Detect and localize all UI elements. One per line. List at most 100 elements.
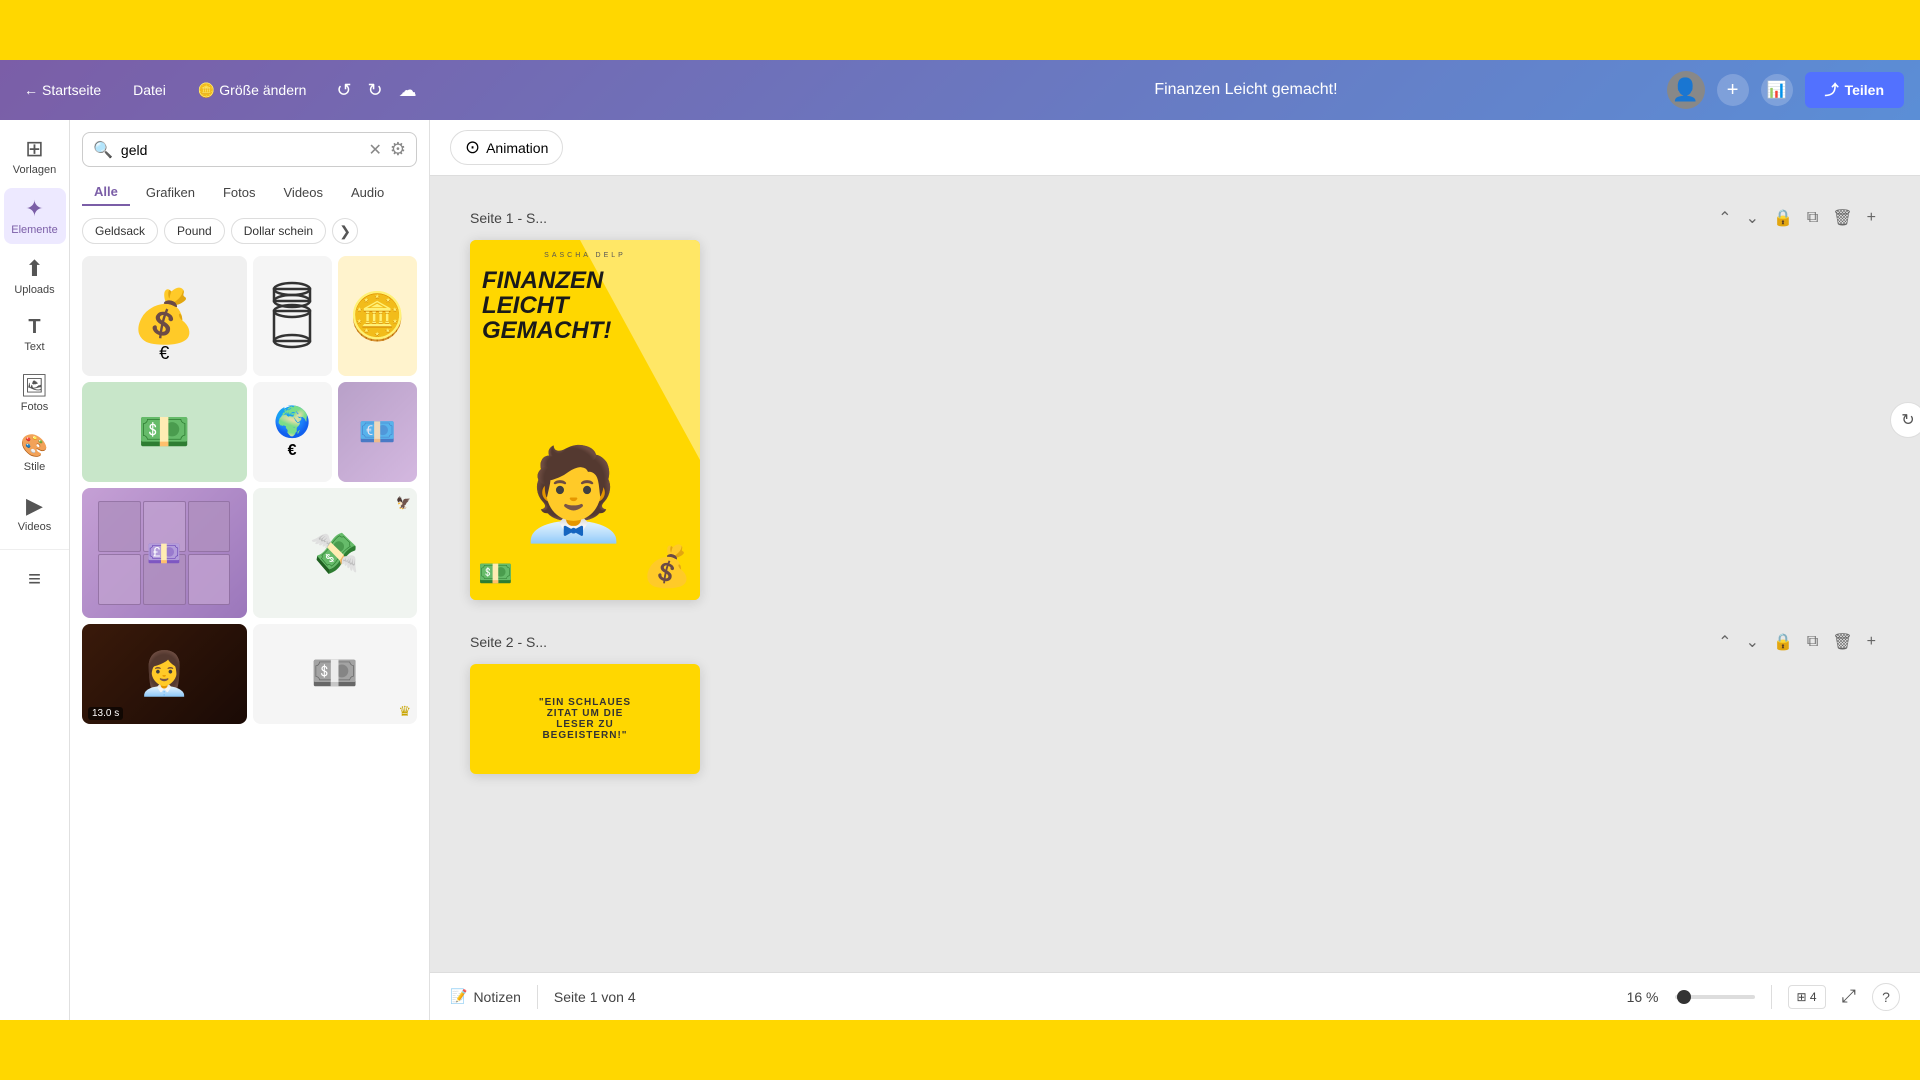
back-button[interactable]: ← Startseite: [16, 78, 109, 102]
undo-button[interactable]: ↺: [330, 76, 357, 105]
coin-stack-icon: [267, 281, 317, 351]
project-title: Finanzen Leicht gemacht!: [841, 81, 1650, 99]
page-1-up-button[interactable]: ⌃: [1714, 206, 1735, 230]
page-2-delete-button[interactable]: 🗑: [1828, 630, 1856, 654]
share-button[interactable]: ⤴ Teilen: [1805, 72, 1904, 108]
tab-audio[interactable]: Audio: [339, 179, 396, 206]
asset-item-coin-stack-dark[interactable]: [253, 256, 332, 376]
animation-button[interactable]: ⊙ Animation: [450, 130, 563, 165]
title-line-3: GEMACHT!: [482, 318, 688, 343]
money-outline-emoji: 💵: [311, 652, 358, 696]
cloud-button[interactable]: ☁: [393, 76, 423, 105]
share-icon: ⤴: [1825, 80, 1839, 100]
asset-item-euro-notes[interactable]: 💷: [82, 488, 247, 618]
animation-label: Animation: [486, 140, 548, 156]
slide-1[interactable]: SASCHA DELP FINANZEN LEICHT GEMACHT! 🧑‍💼: [470, 240, 700, 600]
green-bills-emoji: 💵: [138, 408, 190, 457]
asset-item-money-outline[interactable]: 💵 ♛: [253, 624, 418, 724]
add-button[interactable]: +: [1717, 74, 1749, 106]
size-button[interactable]: 🪙 Größe ändern: [190, 78, 315, 103]
fotos-label: Fotos: [21, 401, 49, 413]
euro-sign: €: [288, 442, 297, 460]
page-1-add-button[interactable]: +: [1863, 207, 1880, 229]
tab-alle[interactable]: Alle: [82, 179, 130, 206]
asset-item-cash-pile[interactable]: 💶: [338, 382, 417, 482]
asset-item-green-bills[interactable]: 💵: [82, 382, 247, 482]
sidebar-item-fotos[interactable]: 🖼 Fotos: [4, 365, 66, 421]
slide-1-woman-illustration: 🧑‍💼: [518, 450, 630, 540]
assets-grid: 💰 € 🪙: [82, 256, 417, 724]
sidebar-item-elemente[interactable]: ✦ Elemente: [4, 188, 66, 244]
page-2-down-button[interactable]: ⌄: [1742, 630, 1763, 654]
canvas-content: Seite 1 - S... ⌃ ⌄ 🔒 ⧉ 🗑 +: [430, 176, 1920, 1020]
page-2-up-button[interactable]: ⌃: [1714, 630, 1735, 654]
elemente-icon: ✦: [25, 196, 43, 222]
asset-item-video-person[interactable]: 👩‍💼 13.0 s: [82, 624, 247, 724]
page-1-copy-button[interactable]: ⧉: [1803, 207, 1822, 229]
title-line-2: LEICHT: [482, 293, 688, 318]
tab-grafiken[interactable]: Grafiken: [134, 179, 207, 206]
view-count: 4: [1810, 990, 1817, 1004]
avatar[interactable]: 👤: [1667, 71, 1705, 109]
sidebar-item-text[interactable]: T Text: [4, 308, 66, 361]
back-label: Startseite: [42, 82, 101, 98]
text-label: Text: [24, 341, 44, 353]
size-label: Größe ändern: [219, 82, 306, 98]
notes-button[interactable]: 📝 Notizen: [450, 988, 521, 1005]
canvas-topbar: ⊙ Animation: [430, 120, 1920, 176]
tag-pound[interactable]: Pound: [164, 218, 225, 244]
tag-geldsack[interactable]: Geldsack: [82, 218, 158, 244]
page-2-copy-button[interactable]: ⧉: [1803, 631, 1822, 653]
videos-label: Videos: [18, 521, 51, 533]
stats-button[interactable]: 📊: [1761, 74, 1793, 106]
sidebar-item-vorlagen[interactable]: ⊞ Vorlagen: [4, 128, 66, 184]
file-button[interactable]: Datei: [125, 78, 174, 102]
refresh-button[interactable]: ↻: [1890, 402, 1920, 438]
asset-pair-euro: 🌍 € 💶: [253, 382, 418, 482]
page-1-label: Seite 1 - S...: [470, 210, 547, 226]
page-1-controls: ⌃ ⌄ 🔒 ⧉ 🗑 +: [1714, 206, 1880, 230]
search-panel: 🔍 ✕ ⚙ Alle Grafiken Fotos Videos Audio G…: [70, 120, 430, 1020]
asset-item-money-bag[interactable]: 💰 €: [82, 256, 247, 376]
sidebar-item-texture[interactable]: ≡: [4, 558, 66, 602]
notes-label: Notizen: [473, 989, 520, 1005]
zoom-slider[interactable]: [1675, 995, 1755, 999]
redo-button[interactable]: ↻: [362, 76, 389, 105]
euro-symbol: €: [159, 343, 169, 364]
undo-redo-group: ↺ ↻ ☁: [330, 76, 422, 105]
search-clear-button[interactable]: ✕: [368, 140, 381, 160]
sidebar-item-uploads[interactable]: ⬆ Uploads: [4, 248, 66, 304]
tag-more-button[interactable]: ❯: [332, 218, 358, 244]
page-2-label: Seite 2 - S...: [470, 634, 547, 650]
slide-1-inner: SASCHA DELP FINANZEN LEICHT GEMACHT! 🧑‍💼: [470, 240, 700, 600]
euro-notes-emoji: 💷: [147, 537, 182, 570]
slide-2[interactable]: "EIN SCHLAUES ZITAT UM DIE LESER ZU BEGE…: [470, 664, 700, 774]
grid-icon: ⊞: [1797, 990, 1807, 1004]
bg-yellow-top: [0, 0, 1920, 60]
gold-coins-emoji: 🪙: [349, 289, 406, 344]
page-1-delete-button[interactable]: 🗑: [1828, 206, 1856, 230]
help-button[interactable]: ?: [1872, 983, 1900, 1011]
page-info: Seite 1 von 4: [554, 989, 636, 1005]
page-1-down-button[interactable]: ⌄: [1742, 206, 1763, 230]
page-1-lock-button[interactable]: 🔒: [1769, 206, 1797, 230]
page-2-lock-button[interactable]: 🔒: [1769, 630, 1797, 654]
avatar-icon: 👤: [1672, 77, 1699, 103]
sidebar-item-videos[interactable]: ▶ Videos: [4, 485, 66, 541]
asset-item-euro-globe[interactable]: 🌍 €: [253, 382, 332, 482]
tag-dollar-schein[interactable]: Dollar schein: [231, 218, 326, 244]
asset-pair-coins: 🪙: [253, 256, 418, 376]
page-2-add-button[interactable]: +: [1863, 631, 1880, 653]
sidebar-item-stile[interactable]: 🎨 Stile: [4, 425, 66, 481]
search-input[interactable]: [121, 142, 361, 158]
stile-label: Stile: [24, 461, 45, 473]
asset-item-gold-coins[interactable]: 🪙: [338, 256, 417, 376]
fullscreen-button[interactable]: ⤢: [1842, 986, 1856, 1007]
tab-videos[interactable]: Videos: [272, 179, 336, 206]
asset-item-flying-money[interactable]: 💸 🦅: [253, 488, 418, 618]
page-2-header: Seite 2 - S... ⌃ ⌄ 🔒 ⧉ 🗑 +: [470, 630, 1880, 654]
view-count-button[interactable]: ⊞ 4: [1788, 985, 1826, 1009]
page-section-2: Seite 2 - S... ⌃ ⌄ 🔒 ⧉ 🗑 + "EIN SCHLAUES…: [470, 630, 1880, 774]
tab-fotos[interactable]: Fotos: [211, 179, 268, 206]
search-filter-button[interactable]: ⚙: [390, 139, 406, 160]
